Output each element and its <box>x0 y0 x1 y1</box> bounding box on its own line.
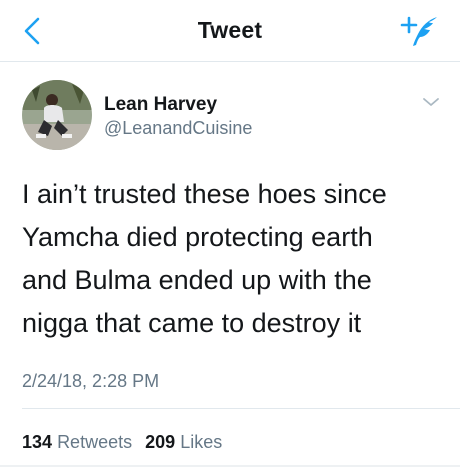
retweets-stat[interactable]: 134 Retweets <box>22 432 132 452</box>
likes-label: Likes <box>180 432 223 452</box>
tweet-line: nigga that came to destroy it <box>22 308 362 338</box>
avatar-photo <box>22 80 92 150</box>
author-display-name[interactable]: Lean Harvey <box>104 94 217 116</box>
retweets-label: Retweets <box>57 432 133 452</box>
tweet-timestamp: 2/24/18, 2:28 PM <box>22 371 160 391</box>
page-title: Tweet <box>197 17 263 43</box>
tweet-line: and Bulma ended up with the <box>22 265 372 295</box>
retweets-count: 134 <box>22 432 53 452</box>
avatar[interactable] <box>22 80 92 150</box>
tweet-stats: 134 Retweets 209 Likes <box>22 432 222 453</box>
likes-count: 209 <box>145 432 176 452</box>
chevron-down-icon[interactable] <box>420 94 442 110</box>
tweet-text: I ain’t trusted these hoes since Yamcha … <box>22 173 447 345</box>
navigation-bar: Tweet <box>0 0 460 62</box>
likes-stat[interactable]: 209 Likes <box>145 432 222 452</box>
author-handle[interactable]: @LeanandCuisine <box>104 118 252 139</box>
tweet-line: Yamcha died protecting earth <box>22 222 373 252</box>
compose-tweet-icon[interactable] <box>400 12 442 50</box>
tweet-line: I ain’t trusted these hoes since <box>22 179 387 209</box>
divider <box>22 408 460 409</box>
